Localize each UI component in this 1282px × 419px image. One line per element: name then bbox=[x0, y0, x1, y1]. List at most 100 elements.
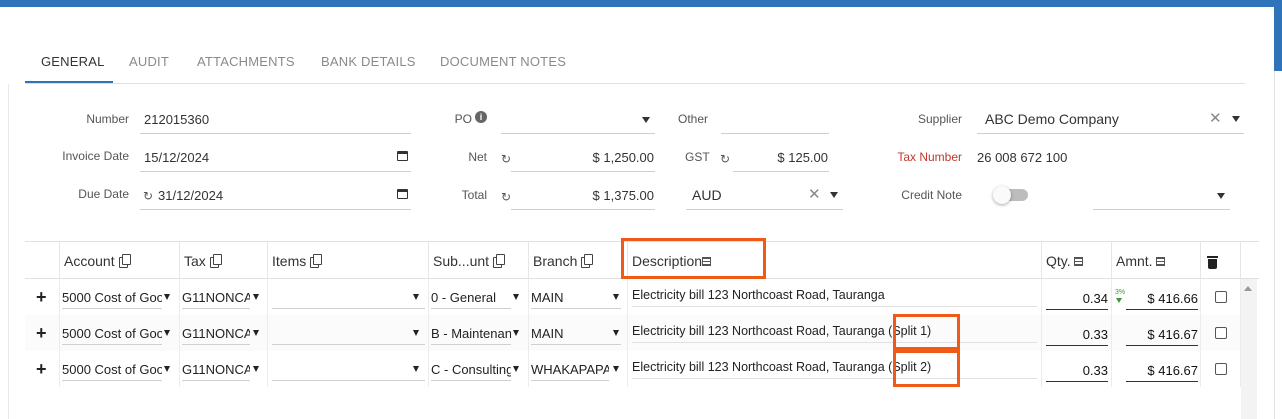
net-field[interactable]: $ 1,250.00 bbox=[511, 144, 655, 172]
copy-icon[interactable] bbox=[310, 254, 323, 268]
header-qty[interactable]: Qty. bbox=[1042, 242, 1112, 279]
amount-field[interactable]: $ 416.66 bbox=[1126, 288, 1198, 310]
copy-icon[interactable] bbox=[209, 254, 222, 268]
chevron-down-icon[interactable] bbox=[413, 366, 419, 372]
sync-icon[interactable]: ↻ bbox=[143, 190, 153, 202]
info-icon[interactable]: i bbox=[475, 111, 487, 123]
amount-field[interactable]: $ 416.67 bbox=[1126, 324, 1198, 346]
qty-field[interactable]: 0.34 bbox=[1046, 288, 1108, 310]
description-text[interactable]: Electricity bill 123 Northcoast Road, Ta… bbox=[632, 324, 931, 338]
description-text[interactable]: Electricity bill 123 Northcoast Road, Ta… bbox=[632, 360, 931, 374]
account-select[interactable]: 5000 Cost of Goods bbox=[62, 359, 162, 381]
trash-icon[interactable] bbox=[1207, 256, 1218, 269]
chevron-down-icon[interactable] bbox=[613, 330, 619, 336]
subaccount-select[interactable]: B - Maintenance bbox=[431, 323, 511, 345]
chevron-down-icon[interactable] bbox=[830, 192, 838, 198]
tax-select[interactable]: G11NONCAP bbox=[182, 323, 250, 345]
credit-note-select[interactable] bbox=[1093, 182, 1230, 210]
chevron-down-icon[interactable] bbox=[164, 366, 170, 372]
subaccount-select[interactable]: C - Consulting bbox=[431, 359, 511, 381]
chevron-down-icon[interactable] bbox=[253, 294, 259, 300]
tax-select[interactable]: G11NONCAP bbox=[182, 287, 250, 309]
items-select[interactable] bbox=[272, 287, 425, 309]
add-row-icon[interactable]: + bbox=[36, 360, 47, 378]
supplier-select[interactable]: ABC Demo Company ✕ bbox=[977, 106, 1244, 134]
invoice-date-field[interactable]: 15/12/2024 bbox=[140, 144, 411, 172]
calendar-icon[interactable] bbox=[397, 189, 408, 199]
row-select-checkbox[interactable] bbox=[1215, 327, 1227, 339]
header-items[interactable]: Items bbox=[268, 242, 429, 279]
calendar-icon[interactable] bbox=[397, 151, 408, 161]
column-settings-icon[interactable] bbox=[702, 257, 712, 266]
tab-general[interactable]: GENERAL bbox=[41, 54, 105, 69]
qty-field[interactable]: 0.33 bbox=[1046, 324, 1108, 346]
chevron-down-icon[interactable] bbox=[513, 330, 519, 336]
branch-select[interactable]: WHAKAPAPA bbox=[531, 359, 609, 381]
chevron-down-icon[interactable] bbox=[413, 330, 419, 336]
chevron-down-icon[interactable] bbox=[413, 294, 419, 300]
toggle-knob[interactable] bbox=[993, 186, 1011, 204]
branch-select[interactable]: MAIN bbox=[531, 323, 621, 345]
tab-bank-details[interactable]: BANK DETAILS bbox=[321, 54, 416, 69]
amount-field[interactable]: $ 416.67 bbox=[1126, 360, 1198, 382]
tax-select[interactable]: G11NONCAP bbox=[182, 359, 250, 381]
row-select-checkbox[interactable] bbox=[1215, 363, 1227, 375]
po-select[interactable] bbox=[501, 106, 655, 134]
gst-label: GST bbox=[685, 150, 710, 164]
chevron-down-icon[interactable] bbox=[253, 330, 259, 336]
chevron-down-icon[interactable] bbox=[642, 117, 650, 123]
total-field[interactable]: $ 1,375.00 bbox=[511, 182, 655, 210]
currency-select[interactable]: AUD ✕ bbox=[686, 182, 843, 210]
sync-icon[interactable]: ↻ bbox=[501, 191, 511, 203]
qty-field[interactable]: 0.33 bbox=[1046, 360, 1108, 382]
chevron-down-icon[interactable] bbox=[613, 294, 619, 300]
header-subaccount[interactable]: Sub...unt bbox=[429, 242, 529, 279]
tab-audit[interactable]: AUDIT bbox=[129, 54, 169, 69]
subaccount-select[interactable]: 0 - General bbox=[431, 287, 511, 309]
chevron-down-icon[interactable] bbox=[164, 330, 170, 336]
column-settings-icon[interactable] bbox=[1155, 257, 1165, 266]
tab-document-notes[interactable]: DOCUMENT NOTES bbox=[440, 54, 566, 69]
due-date-value: 31/12/2024 bbox=[158, 188, 224, 203]
due-date-label: Due Date bbox=[78, 187, 129, 201]
items-select[interactable] bbox=[272, 323, 425, 345]
clear-icon[interactable]: ✕ bbox=[808, 187, 821, 202]
scroll-up-icon[interactable] bbox=[1244, 286, 1252, 291]
add-row-icon[interactable]: + bbox=[36, 324, 47, 342]
copy-icon[interactable] bbox=[581, 254, 594, 268]
chevron-down-icon[interactable] bbox=[164, 294, 170, 300]
chevron-down-icon[interactable] bbox=[253, 366, 259, 372]
description-text[interactable]: Electricity bill 123 Northcoast Road, Ta… bbox=[632, 288, 885, 302]
header-amount[interactable]: Amnt. bbox=[1112, 242, 1201, 279]
chevron-down-icon[interactable] bbox=[613, 366, 619, 372]
header-description[interactable]: Description bbox=[628, 242, 1042, 279]
tab-attachments[interactable]: ATTACHMENTS bbox=[197, 54, 295, 69]
items-select[interactable] bbox=[272, 359, 425, 381]
chevron-down-icon[interactable] bbox=[513, 366, 519, 372]
chevron-down-icon[interactable] bbox=[1217, 193, 1225, 199]
due-date-field[interactable]: ↻ 31/12/2024 bbox=[140, 182, 411, 210]
branch-select[interactable]: MAIN bbox=[531, 287, 621, 309]
copy-icon[interactable] bbox=[118, 254, 131, 268]
sync-icon[interactable]: ↻ bbox=[720, 153, 730, 165]
header-qty-label: Qty. bbox=[1046, 253, 1071, 269]
number-field[interactable]: 212015360 bbox=[140, 106, 411, 134]
net-value: $ 1,250.00 bbox=[592, 150, 654, 165]
clear-icon[interactable]: ✕ bbox=[1209, 111, 1222, 126]
chevron-down-icon[interactable] bbox=[513, 294, 519, 300]
header-tax[interactable]: Tax bbox=[180, 242, 268, 279]
copy-icon[interactable] bbox=[493, 254, 506, 268]
header-account[interactable]: Account bbox=[60, 242, 180, 279]
header-branch[interactable]: Branch bbox=[529, 242, 628, 279]
account-select[interactable]: 5000 Cost of Goods bbox=[62, 287, 162, 309]
column-settings-icon[interactable] bbox=[1073, 257, 1083, 266]
add-row-icon[interactable]: + bbox=[36, 288, 47, 306]
account-select[interactable]: 5000 Cost of Goods bbox=[62, 323, 162, 345]
row-select-checkbox[interactable] bbox=[1215, 291, 1227, 303]
header-subaccount-label: Sub...unt bbox=[433, 253, 490, 269]
sync-icon[interactable]: ↻ bbox=[501, 153, 511, 165]
gst-field[interactable]: $ 125.00 bbox=[733, 144, 829, 172]
grid-scrollbar[interactable] bbox=[1241, 279, 1257, 419]
chevron-down-icon[interactable] bbox=[1232, 116, 1240, 122]
other-field[interactable] bbox=[721, 106, 829, 134]
